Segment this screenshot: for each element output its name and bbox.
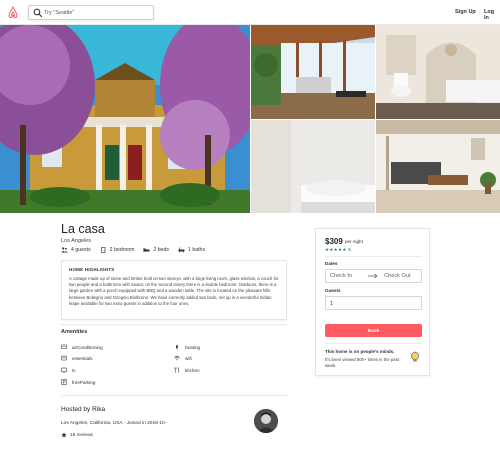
host-title: Hosted by Rika xyxy=(61,406,106,413)
top-nav: Sign Up Log In xyxy=(0,0,500,25)
amenity-label: kitchen xyxy=(185,367,200,373)
amenity-item: airConditioning xyxy=(61,344,103,350)
signup-link[interactable]: Sign Up xyxy=(455,9,476,15)
popularity-title: This home is on people's minds. xyxy=(325,349,395,354)
checkin-input[interactable]: Check In xyxy=(330,273,352,279)
popularity-text: It's been viewed 500+ times in the past … xyxy=(325,357,400,368)
amenity-label: freeParking xyxy=(72,379,96,385)
search-icon xyxy=(33,8,43,18)
photo-bedroom[interactable] xyxy=(251,120,375,213)
stat-baths: 1 baths xyxy=(178,247,205,253)
search-input[interactable] xyxy=(44,7,149,18)
wifi-icon xyxy=(174,355,180,361)
divider xyxy=(61,395,287,396)
photo-sunroom[interactable] xyxy=(251,25,375,119)
amenity-label: wifi xyxy=(185,355,192,361)
highlights-text: A cottage made up of stone and timber bu… xyxy=(69,276,279,306)
listing-title: La casa xyxy=(61,222,105,236)
divider xyxy=(325,256,422,257)
amenity-label: tv xyxy=(72,367,76,373)
star-rating-icon: ★★★★★ xyxy=(325,247,347,252)
star-icon xyxy=(61,432,67,438)
dates-label: Dates xyxy=(325,261,338,266)
stat-baths-label: 1 baths xyxy=(188,247,206,253)
stat-bedrooms: 2 bedroom xyxy=(100,247,135,253)
amenity-item: essentials xyxy=(61,355,92,361)
bed-icon xyxy=(143,248,150,252)
parking-icon xyxy=(61,379,67,385)
essentials-icon xyxy=(61,355,67,361)
per-night-label: per night xyxy=(345,239,363,244)
amenity-label: heating xyxy=(185,344,201,350)
amenity-item: tv xyxy=(61,367,76,373)
guests-select[interactable]: 1 xyxy=(325,296,422,310)
bath-icon xyxy=(178,247,185,253)
arrow-right-icon xyxy=(368,273,378,279)
guests-label: Guests xyxy=(325,288,341,293)
door-icon xyxy=(100,247,105,253)
amenity-item: kitchen xyxy=(174,367,200,373)
login-link[interactable]: Log In xyxy=(484,9,500,21)
amenity-label: airConditioning xyxy=(72,344,103,350)
nightly-price: $309 xyxy=(325,237,343,246)
snowflake-icon xyxy=(61,344,67,349)
rating-count: 5 xyxy=(348,247,351,252)
host-reviews-label: 18 reviews xyxy=(70,432,93,438)
listing-city: Los Angeles xyxy=(61,238,91,244)
lightbulb-icon xyxy=(409,351,421,362)
heating-icon xyxy=(176,344,178,350)
guests-icon xyxy=(61,247,68,253)
listing-stats: 4 guests 2 bedroom 2 beds 1 baths xyxy=(61,247,214,253)
host-location: Los Angeles, California, USA · Joined in… xyxy=(61,421,167,426)
kitchen-icon xyxy=(174,367,179,373)
search-box[interactable] xyxy=(28,5,154,20)
amenity-item: wifi xyxy=(174,355,192,361)
airbnb-logo-icon[interactable] xyxy=(7,6,19,19)
photo-living-room[interactable] xyxy=(376,120,500,213)
photo-gallery xyxy=(0,25,500,213)
highlights-title: HOME HIGHLIGHTS xyxy=(69,267,115,272)
divider xyxy=(325,343,422,344)
stat-guests: 4 guests xyxy=(61,247,91,253)
stat-bedrooms-label: 2 bedroom xyxy=(109,247,135,253)
rating-stars: ★★★★★ 5 xyxy=(325,247,351,253)
amenities-title: Amenities xyxy=(61,329,88,335)
booking-card: $309 per night ★★★★★ 5 Dates Check In Ch… xyxy=(315,228,430,376)
host-avatar[interactable] xyxy=(254,409,278,433)
photo-bathroom[interactable] xyxy=(376,25,500,119)
amenity-label: essentials xyxy=(72,355,93,361)
checkout-input[interactable]: Check Out xyxy=(384,273,410,279)
divider xyxy=(61,324,287,325)
home-highlights-card: HOME HIGHLIGHTS A cottage made up of sto… xyxy=(61,260,287,320)
book-button[interactable]: Book xyxy=(325,324,422,337)
amenity-item: heating xyxy=(174,344,200,350)
tv-icon xyxy=(61,367,67,373)
stat-beds: 2 beds xyxy=(143,247,169,253)
photo-exterior[interactable] xyxy=(0,25,250,213)
amenity-item: freeParking xyxy=(61,379,96,385)
stat-beds-label: 2 beds xyxy=(153,247,170,253)
date-range-picker[interactable]: Check In Check Out xyxy=(325,269,422,283)
host-reviews[interactable]: 18 reviews xyxy=(61,432,93,438)
stat-guests-label: 4 guests xyxy=(71,247,91,253)
